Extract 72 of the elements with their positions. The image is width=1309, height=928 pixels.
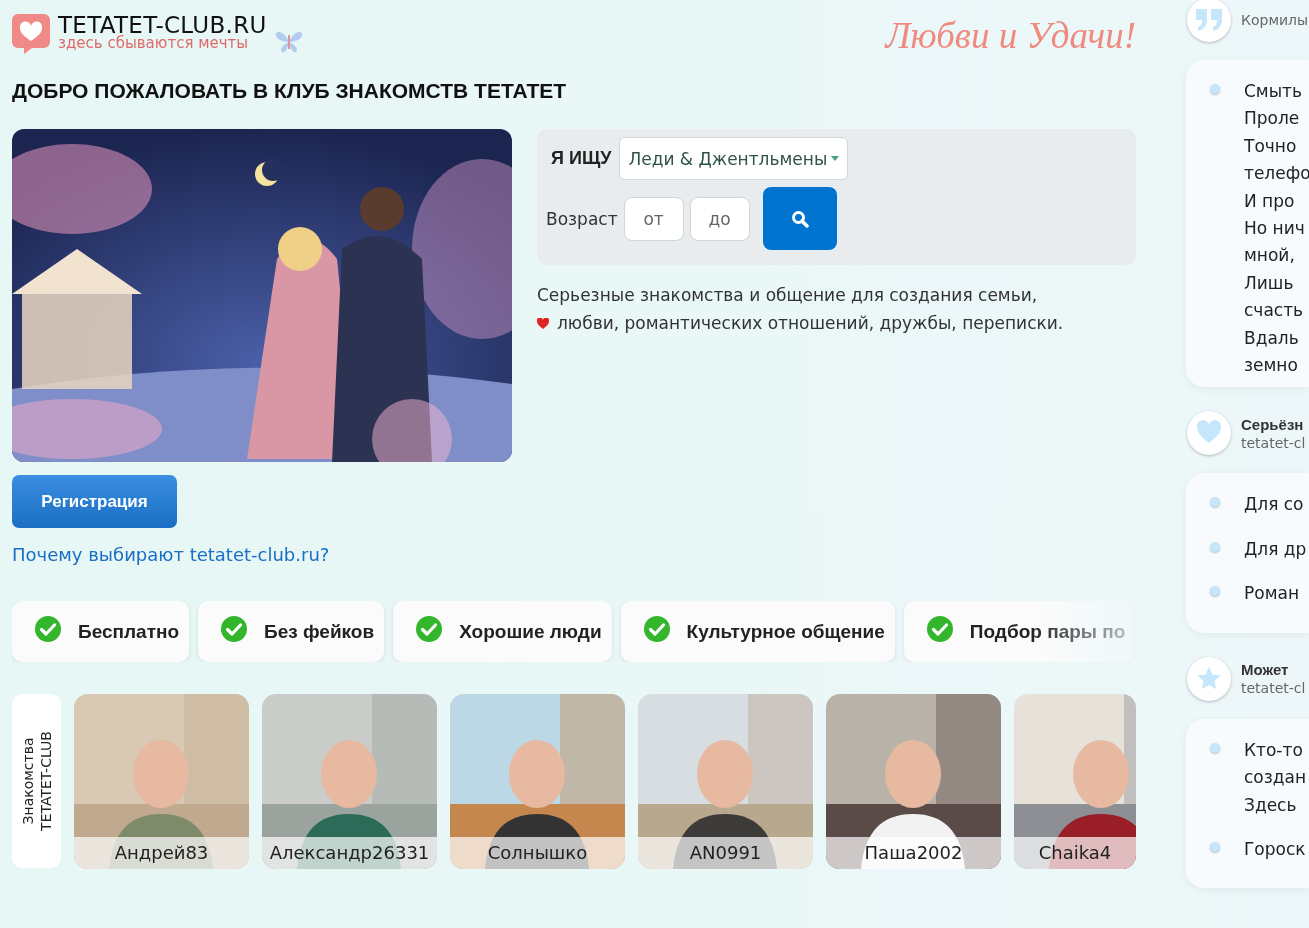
poem-line: счасть — [1244, 299, 1305, 323]
profile-card[interactable]: Андрей83 — [74, 694, 249, 869]
poem-line: мной, — [1244, 244, 1296, 268]
list-text[interactable]: Для др — [1244, 535, 1307, 564]
site-tagline: здесь сбываются мечты — [58, 36, 250, 51]
search-icon — [790, 209, 809, 228]
poem-line: Лишь — [1244, 271, 1295, 295]
poem-line: телефо — [1244, 162, 1309, 186]
description-text: Серьезные знакомства и общение для создания семьи, — [537, 284, 1039, 307]
section-subtitle: tetatet-cl — [1241, 434, 1306, 452]
bullet-dot — [1210, 84, 1220, 94]
list-text[interactable]: Здесь — [1244, 791, 1307, 819]
bullet-dot — [1210, 586, 1220, 597]
poem-line: земно — [1244, 354, 1299, 378]
members-label-text: TETATET-CLUB — [36, 731, 55, 831]
section-subtitle: Кормилы — [1241, 11, 1309, 29]
description-text: любви, романтических отношений, дружбы, переписки. — [557, 312, 1064, 335]
list-text[interactable]: Для со — [1244, 491, 1304, 519]
profile-name: Chaika4 — [1014, 837, 1136, 869]
poem-line: Но нич — [1244, 217, 1306, 241]
profile-name: Солнышко — [450, 837, 625, 869]
poem-line: Смыть — [1244, 80, 1304, 103]
slogan-text: Любви и Удачи! — [885, 14, 1136, 58]
section-title: Может — [1241, 660, 1290, 681]
profile-name: Паша2002 — [826, 837, 1001, 869]
profile-card[interactable]: Александр26331 — [262, 694, 437, 869]
poem-line: Проле — [1244, 107, 1301, 131]
poem-line: Точно — [1244, 134, 1298, 158]
profile-card[interactable]: Chaika4 — [1014, 694, 1136, 869]
why-link[interactable]: Почему выбирают tetatet-club.ru? — [12, 544, 330, 565]
bullet-dot — [1210, 841, 1220, 852]
profile-name: Андрей83 — [74, 837, 249, 869]
list-text[interactable]: Роман — [1244, 580, 1299, 608]
check-icon — [925, 614, 954, 643]
age-label: Возраст — [546, 208, 618, 229]
check-icon — [415, 614, 444, 643]
profile-card[interactable]: Паша2002 — [826, 694, 1001, 869]
list-text[interactable]: создан — [1244, 764, 1307, 792]
section-title: Серьёзн — [1241, 414, 1305, 435]
bullet-dot — [1210, 497, 1220, 508]
gender-select[interactable]: Леди & Джентльмены — [619, 137, 849, 180]
list-text[interactable]: Гороск — [1244, 835, 1306, 864]
profile-name: AN0991 — [638, 837, 813, 869]
section-subtitle: tetatet-cl — [1241, 680, 1306, 698]
check-icon — [220, 614, 249, 643]
poem-line: И про — [1244, 189, 1296, 213]
poem-line: Вдаль — [1244, 326, 1300, 350]
seek-label: Я ИЩУ — [550, 148, 613, 169]
feature-label: Хорошие люди — [459, 620, 602, 643]
check-icon — [642, 614, 671, 643]
caret-icon — [831, 156, 840, 161]
search-button[interactable] — [762, 187, 837, 250]
check-icon — [34, 614, 62, 643]
profile-card[interactable]: AN0991 — [638, 694, 813, 869]
heart-icon — [537, 317, 549, 329]
profile-card[interactable]: Солнышко — [450, 694, 625, 869]
heart-logo-icon — [12, 14, 50, 54]
quote-icon — [1195, 6, 1223, 34]
butterfly-icon — [274, 30, 303, 54]
age-to-field[interactable]: до — [689, 196, 750, 241]
bullet-dot — [1210, 541, 1220, 552]
feature-label: Подбор пары по — [969, 620, 1126, 643]
members-label-text: Знакомства — [18, 736, 37, 827]
age-from-field[interactable]: от — [623, 196, 684, 241]
feature-label: Без фейков — [264, 620, 375, 643]
register-button[interactable]: Регистрация — [12, 475, 177, 528]
profile-name: Александр26331 — [262, 837, 437, 869]
page-heading: ДОБРО ПОЖАЛОВАТЬ В КЛУБ ЗНАКОМСТВ ТЕТАТЕТ — [12, 78, 568, 104]
list-text[interactable]: Кто-то — [1244, 736, 1307, 765]
bullet-dot — [1210, 742, 1220, 753]
feature-label: Культурное общение — [686, 620, 885, 643]
feature-label: Бесплатно — [78, 620, 180, 643]
